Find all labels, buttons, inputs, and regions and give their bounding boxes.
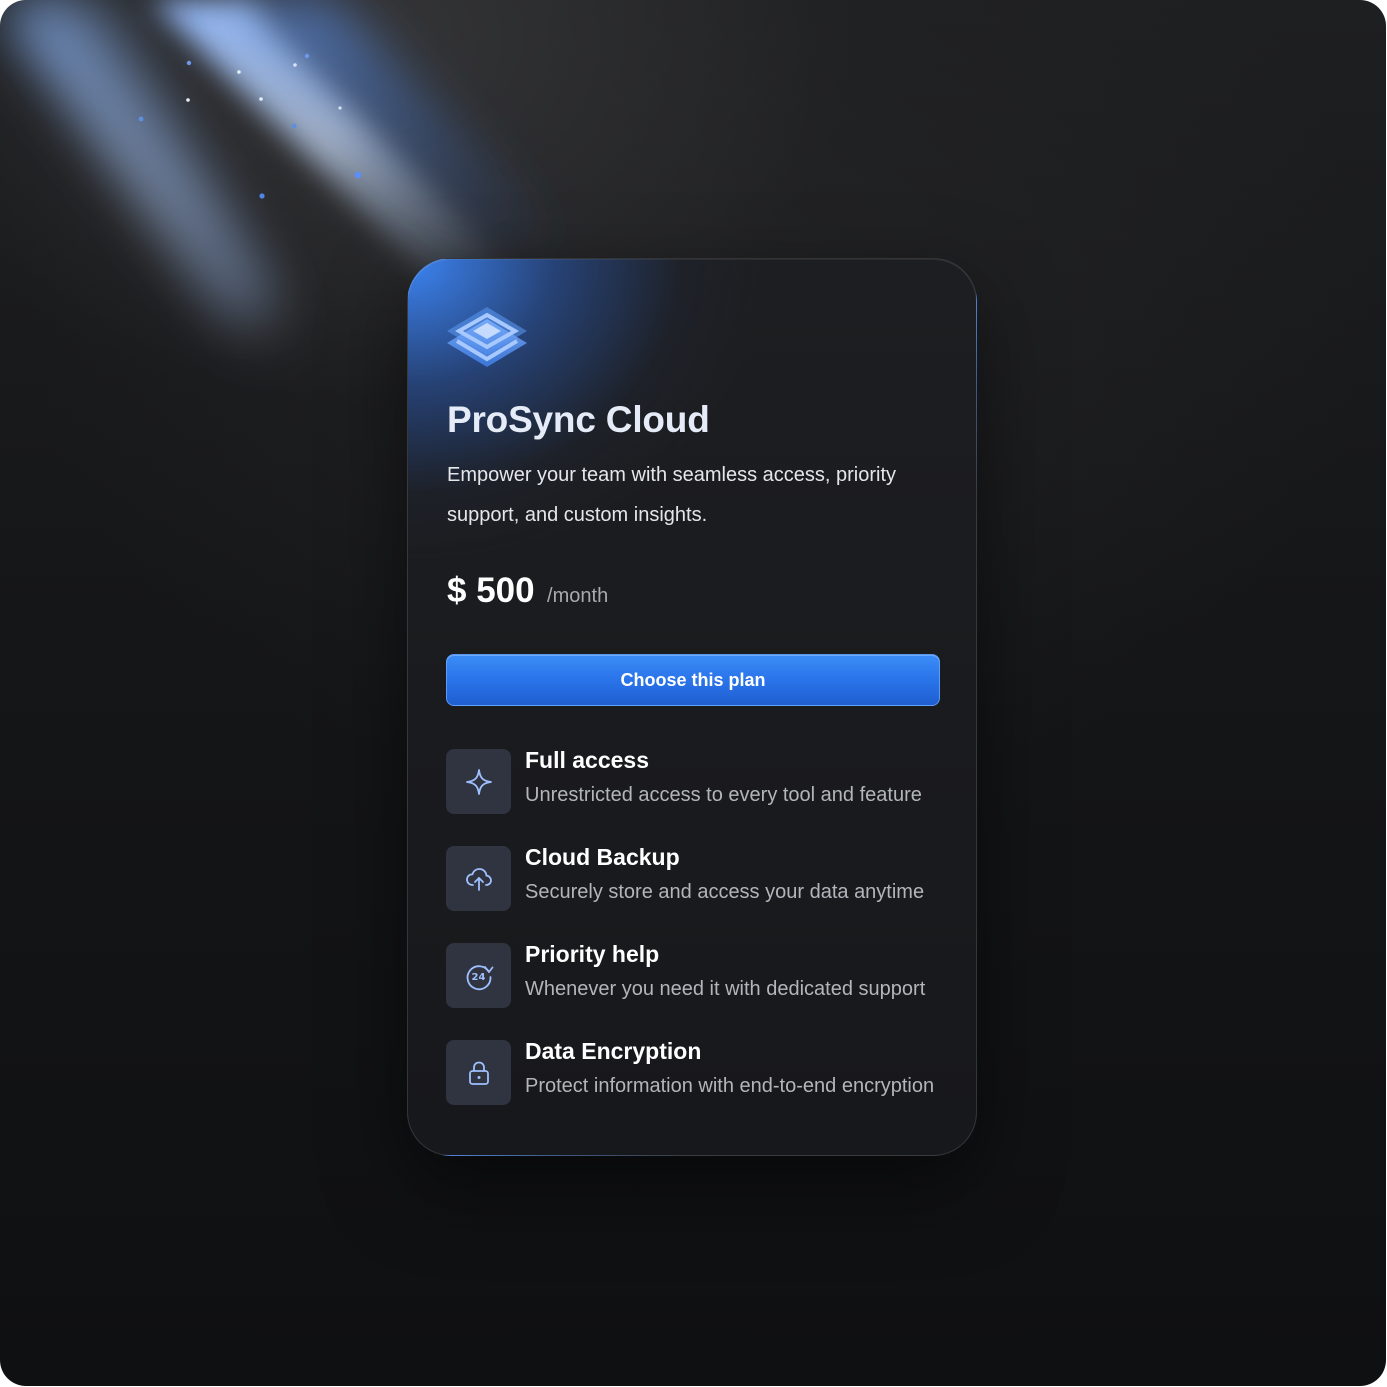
sparkle-dots <box>138 53 362 199</box>
price-amount: $ 500 <box>447 571 535 610</box>
plan-title: ProSync Cloud <box>447 399 710 440</box>
lock-icon <box>446 1040 511 1105</box>
feature-title: Cloud Backup <box>525 844 680 870</box>
svg-text:24: 24 <box>471 972 485 983</box>
feature-description: Protect information with end-to-end encr… <box>525 1075 935 1097</box>
support-24-icon: 24 <box>446 943 511 1008</box>
feature-description: Unrestricted access to every tool and fe… <box>525 784 922 806</box>
plan-description: Empower your team with seamless access, … <box>447 464 897 526</box>
feature-item-data-encryption: Data Encryption Protect information with… <box>446 1038 966 1137</box>
sparkle-icon <box>446 749 511 814</box>
feature-description: Whenever you need it with dedicated supp… <box>525 978 926 1000</box>
feature-item-cloud-backup: Cloud Backup Securely store and access y… <box>446 844 966 943</box>
feature-item-priority-help: 24 Priority help Whenever you need it wi… <box>446 941 966 1040</box>
page-background: ProSync Cloud Empower your team with sea… <box>0 0 1386 1386</box>
feature-item-full-access: Full access Unrestricted access to every… <box>446 747 966 846</box>
feature-title: Full access <box>525 747 650 773</box>
feature-title: Priority help <box>525 941 660 967</box>
cloud-upload-icon <box>446 846 511 911</box>
choose-plan-button[interactable]: Choose this plan <box>446 654 940 706</box>
plan-price: $ 500 /month <box>447 571 608 611</box>
feature-title: Data Encryption <box>525 1038 702 1064</box>
feature-list: Full access Unrestricted access to every… <box>446 747 966 1137</box>
stacked-layers-logo-icon <box>447 307 527 367</box>
feature-description: Securely store and access your data anyt… <box>525 881 925 903</box>
price-period: /month <box>547 585 609 607</box>
pricing-card: ProSync Cloud Empower your team with sea… <box>407 258 977 1156</box>
